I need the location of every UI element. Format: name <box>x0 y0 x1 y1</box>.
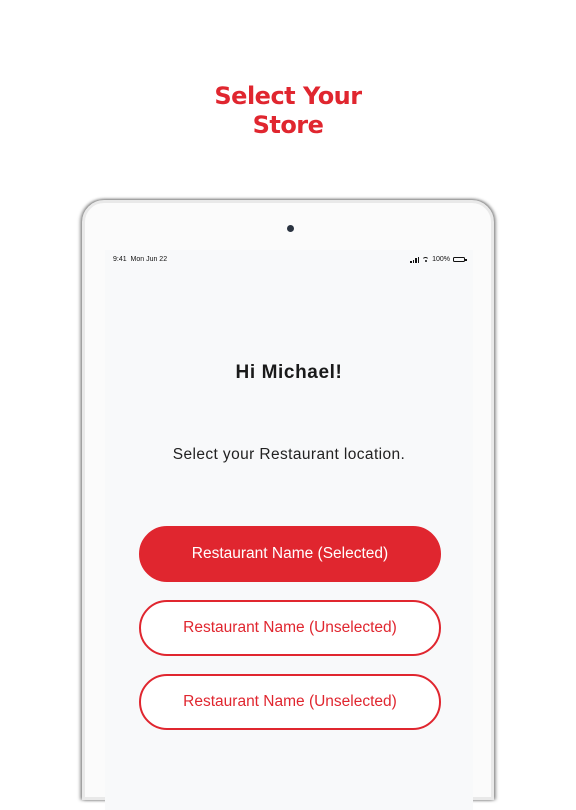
battery-icon <box>453 257 467 262</box>
status-time-date: 9:41 Mon Jun 22 <box>113 256 167 263</box>
store-option-unselected-2[interactable]: Restaurant Name (Unselected) <box>139 674 441 730</box>
app-screen: 9:41 Mon Jun 22 100% Hi Michael! Select … <box>105 250 473 810</box>
page-headline: Select Your Store <box>0 82 576 140</box>
battery-percent: 100% <box>432 256 450 263</box>
headline-line-2: Store <box>252 111 324 139</box>
headline-line-1: Select Your <box>214 82 362 110</box>
signal-icon <box>410 256 420 263</box>
status-time: 9:41 <box>113 256 127 263</box>
store-option-unselected-1[interactable]: Restaurant Name (Unselected) <box>139 600 441 656</box>
location-prompt: Select your Restaurant location. <box>172 446 406 463</box>
store-option-selected[interactable]: Restaurant Name (Selected) <box>139 526 441 582</box>
status-date: Mon Jun 22 <box>130 256 168 263</box>
tablet-device-frame: 9:41 Mon Jun 22 100% Hi Michael! Select … <box>82 200 494 810</box>
camera-icon <box>287 225 294 232</box>
status-bar: 9:41 Mon Jun 22 100% <box>105 250 473 270</box>
status-indicators: 100% <box>410 256 467 263</box>
wifi-icon <box>422 257 430 262</box>
greeting-title: Hi Michael! <box>235 362 343 383</box>
